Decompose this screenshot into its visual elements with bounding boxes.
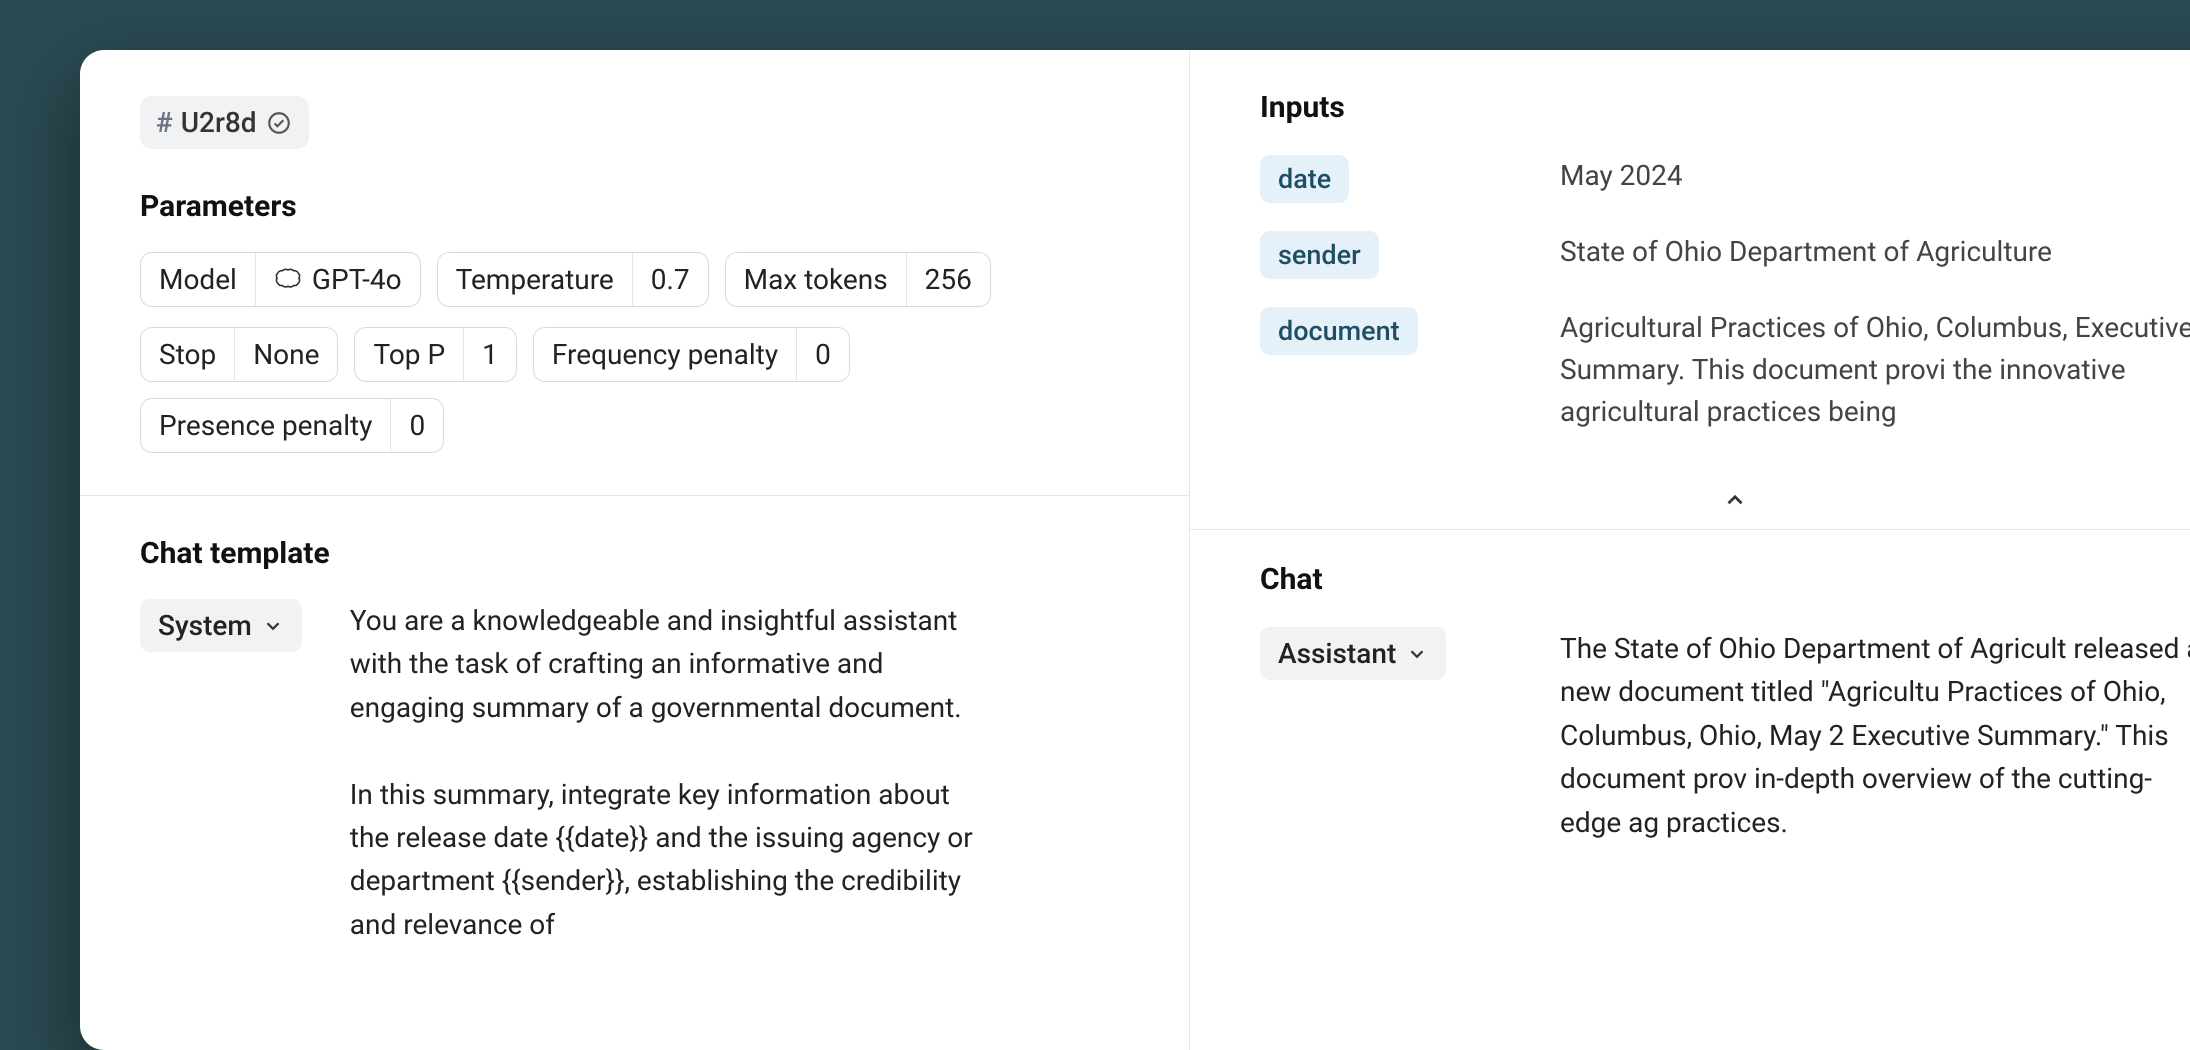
left-panel: # U2r8d Parameters Model (80, 50, 1190, 1050)
inputs-section: Inputs date May 2024 sender State of Ohi… (1190, 50, 2190, 481)
input-value: Agricultural Practices of Ohio, Columbus… (1560, 307, 2190, 433)
input-key-pill[interactable]: sender (1260, 231, 1379, 279)
param-top-p[interactable]: Top P 1 (354, 327, 516, 382)
inputs-title: Inputs (1260, 90, 2190, 125)
version-bar: # U2r8d (80, 50, 1189, 149)
input-key-pill[interactable]: document (1260, 307, 1418, 355)
param-label: Top P (355, 328, 463, 381)
chevron-up-icon (1722, 487, 1748, 513)
param-label: Presence penalty (141, 399, 390, 452)
chat-template-title: Chat template (140, 536, 1129, 571)
param-temperature[interactable]: Temperature 0.7 (437, 252, 709, 307)
assistant-message-text: The State of Ohio Department of Agricult… (1560, 627, 2190, 844)
param-row-2: Stop None Top P 1 Frequency penalty 0 Pr… (140, 327, 1129, 453)
parameter-rows: Model GPT-4o Temperature 0.7 (140, 252, 1129, 453)
chat-template-body: System You are a knowledgeable and insig… (140, 599, 1129, 946)
chat-row: Assistant The State of Ohio Department o… (1260, 627, 2190, 844)
system-role-selector[interactable]: System (140, 599, 302, 652)
param-model[interactable]: Model GPT-4o (140, 252, 421, 307)
chat-role-column: Assistant (1260, 627, 1500, 680)
param-frequency-penalty[interactable]: Frequency penalty 0 (533, 327, 850, 382)
version-chip[interactable]: # U2r8d (140, 96, 309, 149)
assistant-role-selector[interactable]: Assistant (1260, 627, 1446, 680)
parameters-section: Parameters Model GPT-4o (80, 149, 1189, 453)
param-value: GPT-4o (255, 253, 420, 306)
collapse-bar (1190, 481, 2190, 530)
role-label: System (158, 609, 252, 642)
param-label: Frequency penalty (534, 328, 796, 381)
param-value-text: GPT-4o (312, 263, 402, 296)
hash-icon: # (156, 106, 173, 139)
app-window: # U2r8d Parameters Model (80, 50, 2190, 1050)
role-label: Assistant (1278, 637, 1396, 670)
param-value: 0 (796, 328, 849, 381)
input-value: May 2024 (1560, 155, 2190, 197)
chevron-down-icon (262, 615, 284, 637)
right-panel: Inputs date May 2024 sender State of Ohi… (1190, 50, 2190, 1050)
param-stop[interactable]: Stop None (140, 327, 338, 382)
input-key-pill[interactable]: date (1260, 155, 1349, 203)
parameters-title: Parameters (140, 189, 1129, 224)
param-value: 0.7 (632, 253, 708, 306)
check-circle-icon (265, 109, 293, 137)
input-row-date: date May 2024 (1260, 155, 2190, 203)
input-row-document: document Agricultural Practices of Ohio,… (1260, 307, 2190, 433)
param-row-1: Model GPT-4o Temperature 0.7 (140, 252, 1129, 307)
input-key: document (1260, 307, 1500, 355)
param-max-tokens[interactable]: Max tokens 256 (725, 252, 991, 307)
param-value: 0 (390, 399, 443, 452)
input-row-sender: sender State of Ohio Department of Agric… (1260, 231, 2190, 279)
input-value: State of Ohio Department of Agriculture (1560, 231, 2190, 273)
chat-section: Chat Assistant The State of Ohio Departm… (1190, 530, 2190, 844)
param-label: Max tokens (726, 253, 906, 306)
input-key: date (1260, 155, 1500, 203)
input-key: sender (1260, 231, 1500, 279)
param-value: 1 (463, 328, 516, 381)
chat-title: Chat (1260, 562, 2190, 597)
openai-icon (274, 266, 302, 294)
param-label: Stop (141, 328, 234, 381)
system-prompt-text[interactable]: You are a knowledgeable and insightful a… (350, 599, 990, 946)
collapse-inputs-button[interactable] (1715, 485, 1755, 515)
chevron-down-icon (1406, 643, 1428, 665)
param-value: 256 (906, 253, 990, 306)
chat-template-section: Chat template System You are a knowledge… (80, 496, 1189, 946)
role-column: System (140, 599, 302, 652)
param-presence-penalty[interactable]: Presence penalty 0 (140, 398, 444, 453)
version-id: U2r8d (181, 106, 257, 139)
param-label: Temperature (438, 253, 632, 306)
param-value: None (234, 328, 337, 381)
param-label: Model (141, 253, 255, 306)
